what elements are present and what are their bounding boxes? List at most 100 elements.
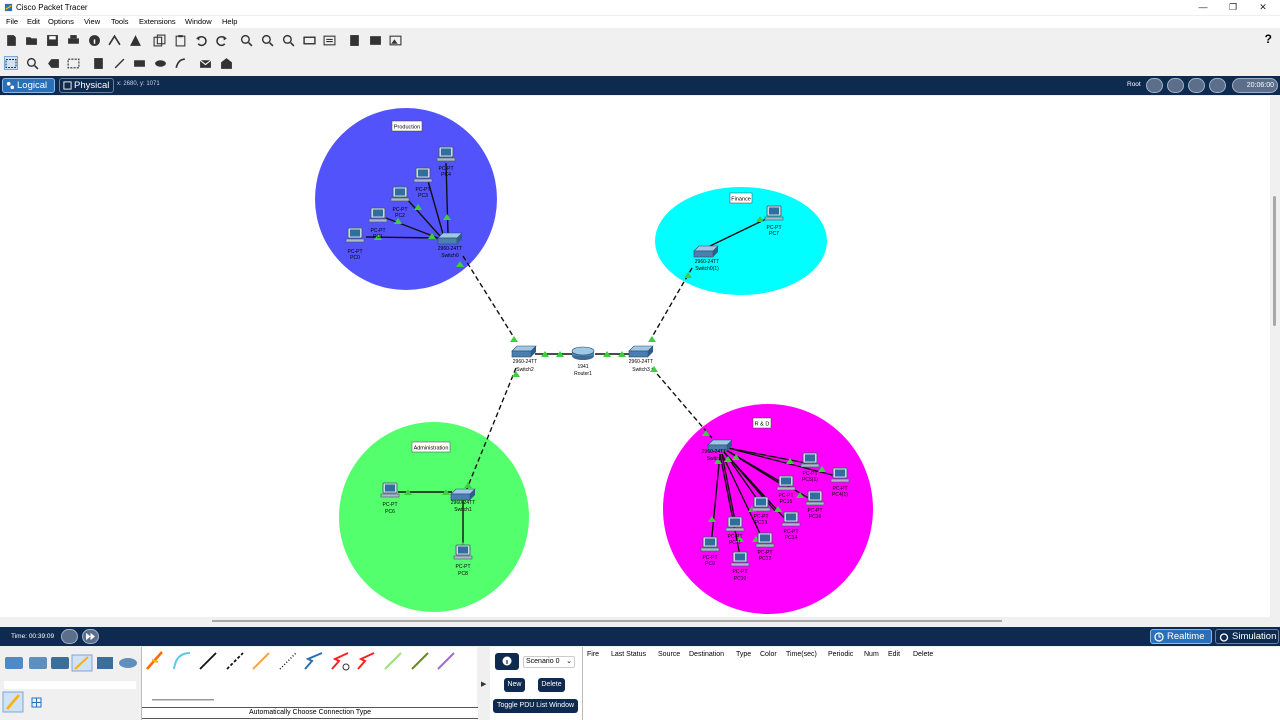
menu-file[interactable]: File [6, 17, 18, 26]
info-icon[interactable] [87, 33, 101, 47]
column-time[interactable]: Time(sec) [786, 651, 817, 658]
column-color[interactable]: Color [760, 651, 777, 658]
serial-dte-icon[interactable] [357, 652, 375, 670]
draw-rectangle-icon[interactable] [132, 56, 146, 70]
zoom-in-icon[interactable] [239, 33, 253, 47]
column-fire[interactable]: Fire [587, 651, 599, 658]
resize-shape-icon[interactable] [66, 56, 80, 70]
logical-tab[interactable]: Logical [2, 78, 55, 93]
auto-connection-icon[interactable] [146, 651, 163, 670]
freeform-icon[interactable] [173, 56, 187, 70]
notes-icon[interactable] [347, 33, 361, 47]
switch0-1[interactable]: 2960-24TT Switch0(1) [693, 245, 719, 272]
place-note-icon[interactable] [91, 56, 105, 70]
lightning-connection-icon[interactable] [2, 691, 24, 713]
phone-cable-icon[interactable] [279, 652, 297, 670]
switch3[interactable]: 2960-24TT Switch3 [628, 345, 654, 373]
column-destination[interactable]: Destination [689, 651, 724, 658]
logical-workspace[interactable]: Production Finance Administration R & D [0, 96, 1270, 617]
network-info-icon[interactable] [107, 33, 121, 47]
menu-options[interactable]: Options [48, 17, 74, 26]
toggle-pdu-list-button[interactable]: Toggle PDU List Window [493, 699, 578, 713]
menu-edit[interactable]: Edit [27, 17, 40, 26]
cluster-icon[interactable] [1167, 78, 1184, 93]
physical-tab[interactable]: Physical [59, 78, 114, 93]
move-object-icon[interactable] [1188, 78, 1205, 93]
draw-ellipse-icon[interactable] [153, 56, 167, 70]
end-devices-icon[interactable] [29, 657, 47, 669]
undo-icon[interactable] [194, 33, 208, 47]
column-edit[interactable]: Edit [888, 651, 900, 658]
components-icon[interactable] [51, 657, 69, 669]
topology-canvas[interactable]: Production Finance Administration R & D [0, 96, 1270, 617]
iot-custom-cable-icon[interactable] [411, 652, 429, 670]
panel-scroll[interactable] [152, 699, 214, 701]
switch1[interactable]: 2960-24TT Switch1 [450, 488, 476, 513]
menu-tools[interactable]: Tools [111, 17, 129, 26]
menu-help[interactable]: Help [222, 17, 237, 26]
delete-icon[interactable] [46, 56, 60, 70]
grid-icon[interactable] [31, 697, 42, 708]
scenario-info-button[interactable] [495, 653, 519, 670]
fiber-icon[interactable] [252, 652, 270, 670]
menu-extensions[interactable]: Extensions [139, 17, 176, 26]
close-icon[interactable]: ✕ [1248, 1, 1278, 14]
select-icon[interactable] [4, 56, 18, 70]
activity-wizard-icon[interactable] [128, 33, 142, 47]
console-cable-icon[interactable] [173, 652, 191, 670]
switch0[interactable]: 2960-24TT Switch0 [437, 232, 463, 259]
column-periodic[interactable]: Periodic [828, 651, 853, 658]
minimize-icon[interactable]: — [1188, 1, 1218, 14]
zoom-out-icon[interactable] [281, 33, 295, 47]
copy-icon[interactable] [152, 33, 166, 47]
device-filter[interactable] [4, 681, 136, 689]
simulation-tab[interactable]: Simulation [1215, 629, 1279, 644]
new-scenario-button[interactable]: New [504, 678, 525, 692]
column-type[interactable]: Type [736, 651, 751, 658]
open-folder-icon[interactable] [24, 33, 38, 47]
realtime-tab[interactable]: Realtime [1150, 629, 1212, 644]
network-devices-icon[interactable] [5, 657, 23, 669]
column-delete[interactable]: Delete [913, 651, 933, 658]
viewport-icon[interactable] [1209, 78, 1226, 93]
draw-line-icon[interactable] [112, 56, 126, 70]
column-source[interactable]: Source [658, 651, 680, 658]
scrollbar-thumb[interactable] [1273, 196, 1276, 326]
copper-cross-over-icon[interactable] [226, 652, 244, 670]
multiuser-icon[interactable] [119, 658, 137, 668]
inspect-icon[interactable] [25, 56, 39, 70]
custom-devices-icon[interactable] [322, 33, 336, 47]
router1[interactable]: 1941 Router1 [571, 346, 595, 377]
power-cycle-icon[interactable] [61, 629, 78, 644]
delete-scenario-button[interactable]: Delete [538, 678, 565, 692]
restore-icon[interactable]: ❐ [1218, 1, 1248, 14]
device-template-icon[interactable] [368, 33, 382, 47]
menu-view[interactable]: View [84, 17, 100, 26]
new-file-icon[interactable] [4, 33, 18, 47]
collapse-arrow-icon[interactable]: ▶ [481, 680, 486, 688]
zoom-reset-icon[interactable] [260, 33, 274, 47]
back-icon[interactable] [1146, 78, 1163, 93]
column-num[interactable]: Num [864, 651, 879, 658]
serial-dce-icon[interactable] [331, 652, 350, 671]
help-button[interactable]: ? [1265, 32, 1272, 46]
add-simple-pdu-icon[interactable] [198, 56, 212, 70]
vertical-scrollbar[interactable] [1270, 96, 1280, 626]
usb-cable-icon[interactable] [437, 652, 455, 670]
octal-cable-icon[interactable] [384, 652, 402, 670]
coaxial-icon[interactable] [304, 652, 323, 670]
miscellaneous-icon[interactable] [97, 657, 113, 669]
paste-icon[interactable] [173, 33, 187, 47]
copper-straight-through-icon[interactable] [199, 652, 217, 670]
image-icon[interactable] [388, 33, 402, 47]
connections-category-icon[interactable] [71, 654, 93, 672]
save-icon[interactable] [45, 33, 59, 47]
add-complex-pdu-icon[interactable] [219, 56, 233, 70]
print-icon[interactable] [66, 33, 80, 47]
menu-window[interactable]: Window [185, 17, 212, 26]
column-last-status[interactable]: Last Status [611, 651, 646, 658]
horizontal-scrollbar[interactable] [0, 617, 1270, 626]
drawing-palette-icon[interactable] [302, 33, 316, 47]
scrollbar-thumb[interactable] [212, 620, 1002, 622]
scenario-select[interactable]: Scenario 0 ⌄ [523, 656, 575, 668]
